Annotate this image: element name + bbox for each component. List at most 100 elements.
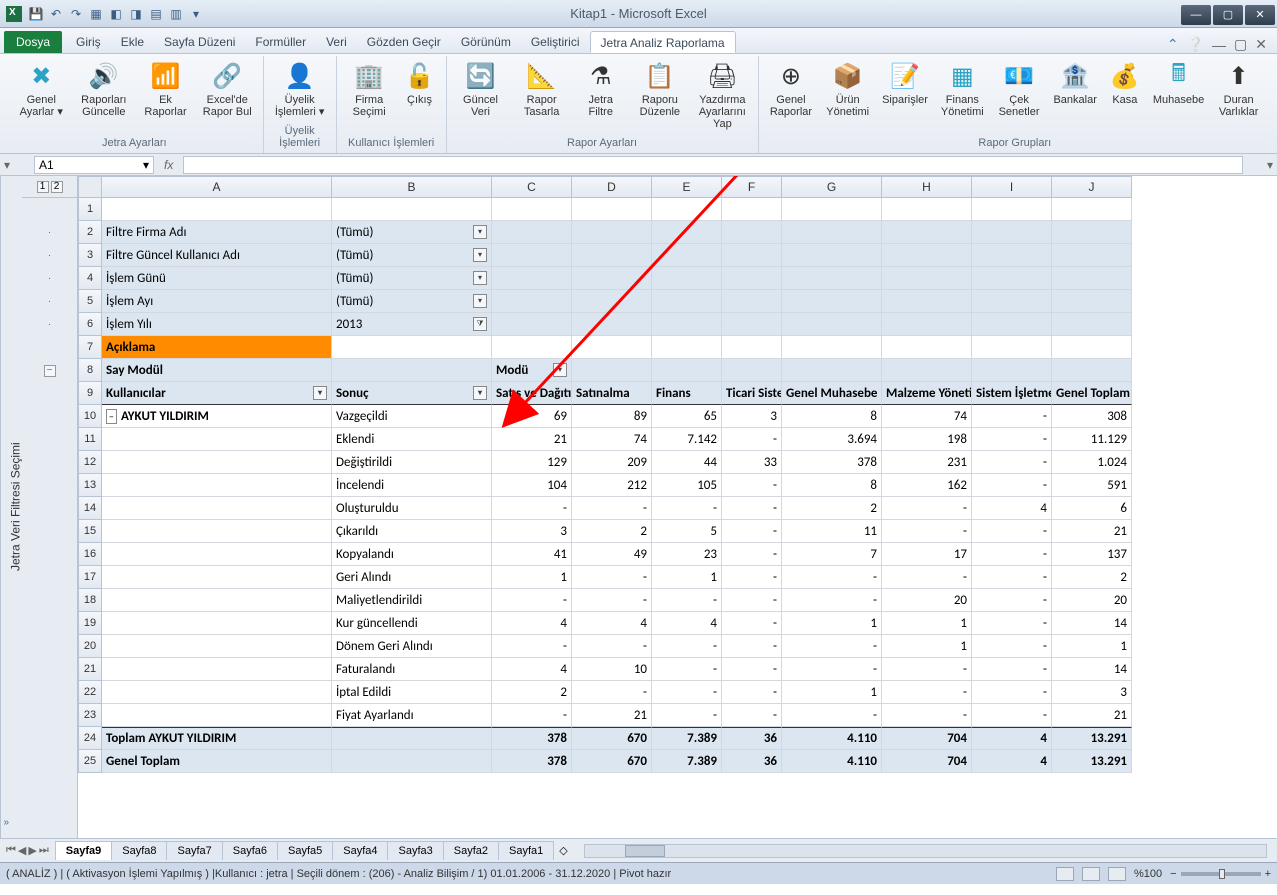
- filter-drop-icon[interactable]: ▾: [473, 294, 487, 308]
- cell[interactable]: −AYKUT YILDIRIM: [102, 405, 332, 428]
- cell[interactable]: -: [572, 681, 652, 704]
- cell[interactable]: Modü▾: [492, 359, 572, 382]
- cell[interactable]: 13.291: [1052, 750, 1132, 773]
- jetra-filtre-button[interactable]: ⚗Jetra Filtre: [573, 58, 629, 120]
- cell[interactable]: [882, 290, 972, 313]
- row-header[interactable]: 12: [78, 451, 102, 474]
- cell[interactable]: -: [652, 704, 722, 727]
- tab-formuller[interactable]: Formüller: [245, 31, 316, 53]
- cell[interactable]: [652, 359, 722, 382]
- cell[interactable]: [572, 267, 652, 290]
- cell[interactable]: Kur güncellendi: [332, 612, 492, 635]
- cell[interactable]: [972, 244, 1052, 267]
- cell[interactable]: 212: [572, 474, 652, 497]
- cell[interactable]: [1052, 359, 1132, 382]
- tab-gelistirici[interactable]: Geliştirici: [521, 31, 590, 53]
- cell[interactable]: -: [572, 589, 652, 612]
- cell[interactable]: 36: [722, 750, 782, 773]
- cell[interactable]: 49: [572, 543, 652, 566]
- row-header[interactable]: 23: [78, 704, 102, 727]
- qat-item-icon[interactable]: ◧: [108, 6, 124, 22]
- cell[interactable]: Fiyat Ayarlandı: [332, 704, 492, 727]
- cell[interactable]: -: [722, 543, 782, 566]
- cell[interactable]: [652, 313, 722, 336]
- cell[interactable]: 33: [722, 451, 782, 474]
- file-tab[interactable]: Dosya: [4, 31, 62, 53]
- row-header[interactable]: 17: [78, 566, 102, 589]
- cell[interactable]: 44: [652, 451, 722, 474]
- new-sheet-icon[interactable]: ◇: [553, 844, 573, 857]
- cell[interactable]: Genel Muhasebe: [782, 382, 882, 405]
- cell[interactable]: 1: [492, 566, 572, 589]
- cell[interactable]: [972, 198, 1052, 221]
- tab-ekle[interactable]: Ekle: [111, 31, 154, 53]
- sheet-tab[interactable]: Sayfa7: [166, 841, 222, 860]
- cell[interactable]: [572, 313, 652, 336]
- cell[interactable]: Geri Alındı: [332, 566, 492, 589]
- cell[interactable]: 20: [882, 589, 972, 612]
- cell[interactable]: 8: [782, 474, 882, 497]
- cell[interactable]: İncelendi: [332, 474, 492, 497]
- cell[interactable]: -: [782, 658, 882, 681]
- select-all-corner[interactable]: [78, 176, 102, 198]
- row-header[interactable]: 10: [78, 405, 102, 428]
- row-header[interactable]: 24: [78, 727, 102, 750]
- cell[interactable]: [102, 520, 332, 543]
- cell[interactable]: Ticari Sistem: [722, 382, 782, 405]
- cell[interactable]: 3.694: [782, 428, 882, 451]
- cell[interactable]: [102, 198, 332, 221]
- cell[interactable]: [782, 221, 882, 244]
- cell[interactable]: Açıklama: [102, 336, 332, 359]
- minimize-ribbon-icon[interactable]: ⌃: [1167, 36, 1179, 53]
- sheet-nav-first-icon[interactable]: ⏮: [6, 844, 16, 857]
- uyelik-islemleri-button[interactable]: 👤Üyelik İşlemleri ▾: [268, 58, 332, 120]
- col-header[interactable]: A: [102, 176, 332, 198]
- zoom-out-icon[interactable]: −: [1170, 868, 1176, 880]
- col-header[interactable]: D: [572, 176, 652, 198]
- cell[interactable]: [882, 313, 972, 336]
- cell[interactable]: 8: [782, 405, 882, 428]
- row-header[interactable]: 22: [78, 681, 102, 704]
- cell[interactable]: -: [652, 681, 722, 704]
- qat-item-icon[interactable]: ◨: [128, 6, 144, 22]
- cell[interactable]: İptal Edildi: [332, 681, 492, 704]
- cell[interactable]: 105: [652, 474, 722, 497]
- raporlari-guncelle-button[interactable]: 🔊Raporları Güncelle: [73, 58, 136, 120]
- kasa-button[interactable]: 💰Kasa: [1103, 58, 1147, 108]
- cell[interactable]: [722, 267, 782, 290]
- tab-gorunum[interactable]: Görünüm: [451, 31, 521, 53]
- tab-jetra[interactable]: Jetra Analiz Raporlama: [590, 31, 736, 53]
- zoom-slider[interactable]: [1181, 872, 1261, 876]
- cell[interactable]: 129: [492, 451, 572, 474]
- cell[interactable]: [782, 244, 882, 267]
- cell[interactable]: [492, 336, 572, 359]
- cell[interactable]: Kopyalandı: [332, 543, 492, 566]
- zoom-slider-thumb[interactable]: [1219, 869, 1225, 879]
- cell[interactable]: [782, 267, 882, 290]
- cell[interactable]: 209: [572, 451, 652, 474]
- cell[interactable]: -: [882, 681, 972, 704]
- cell[interactable]: [332, 359, 492, 382]
- cell[interactable]: 704: [882, 727, 972, 750]
- cell[interactable]: [102, 451, 332, 474]
- cell[interactable]: Satış ve Dağıtım: [492, 382, 572, 405]
- cell[interactable]: -: [972, 612, 1052, 635]
- cell[interactable]: [972, 359, 1052, 382]
- zoom-in-icon[interactable]: +: [1265, 868, 1271, 880]
- cell[interactable]: [572, 290, 652, 313]
- cell[interactable]: 2: [782, 497, 882, 520]
- view-break-button[interactable]: [1108, 867, 1126, 881]
- cell[interactable]: Filtre Güncel Kullanıcı Adı: [102, 244, 332, 267]
- row-header[interactable]: 3: [78, 244, 102, 267]
- cell[interactable]: 7.142: [652, 428, 722, 451]
- cell[interactable]: 14: [1052, 658, 1132, 681]
- cell[interactable]: 4: [492, 612, 572, 635]
- cell[interactable]: -: [722, 520, 782, 543]
- cell[interactable]: 21: [572, 704, 652, 727]
- cell[interactable]: [782, 290, 882, 313]
- row-header[interactable]: 6: [78, 313, 102, 336]
- cell[interactable]: 65: [652, 405, 722, 428]
- cell[interactable]: [572, 198, 652, 221]
- cell[interactable]: [102, 566, 332, 589]
- row-header[interactable]: 14: [78, 497, 102, 520]
